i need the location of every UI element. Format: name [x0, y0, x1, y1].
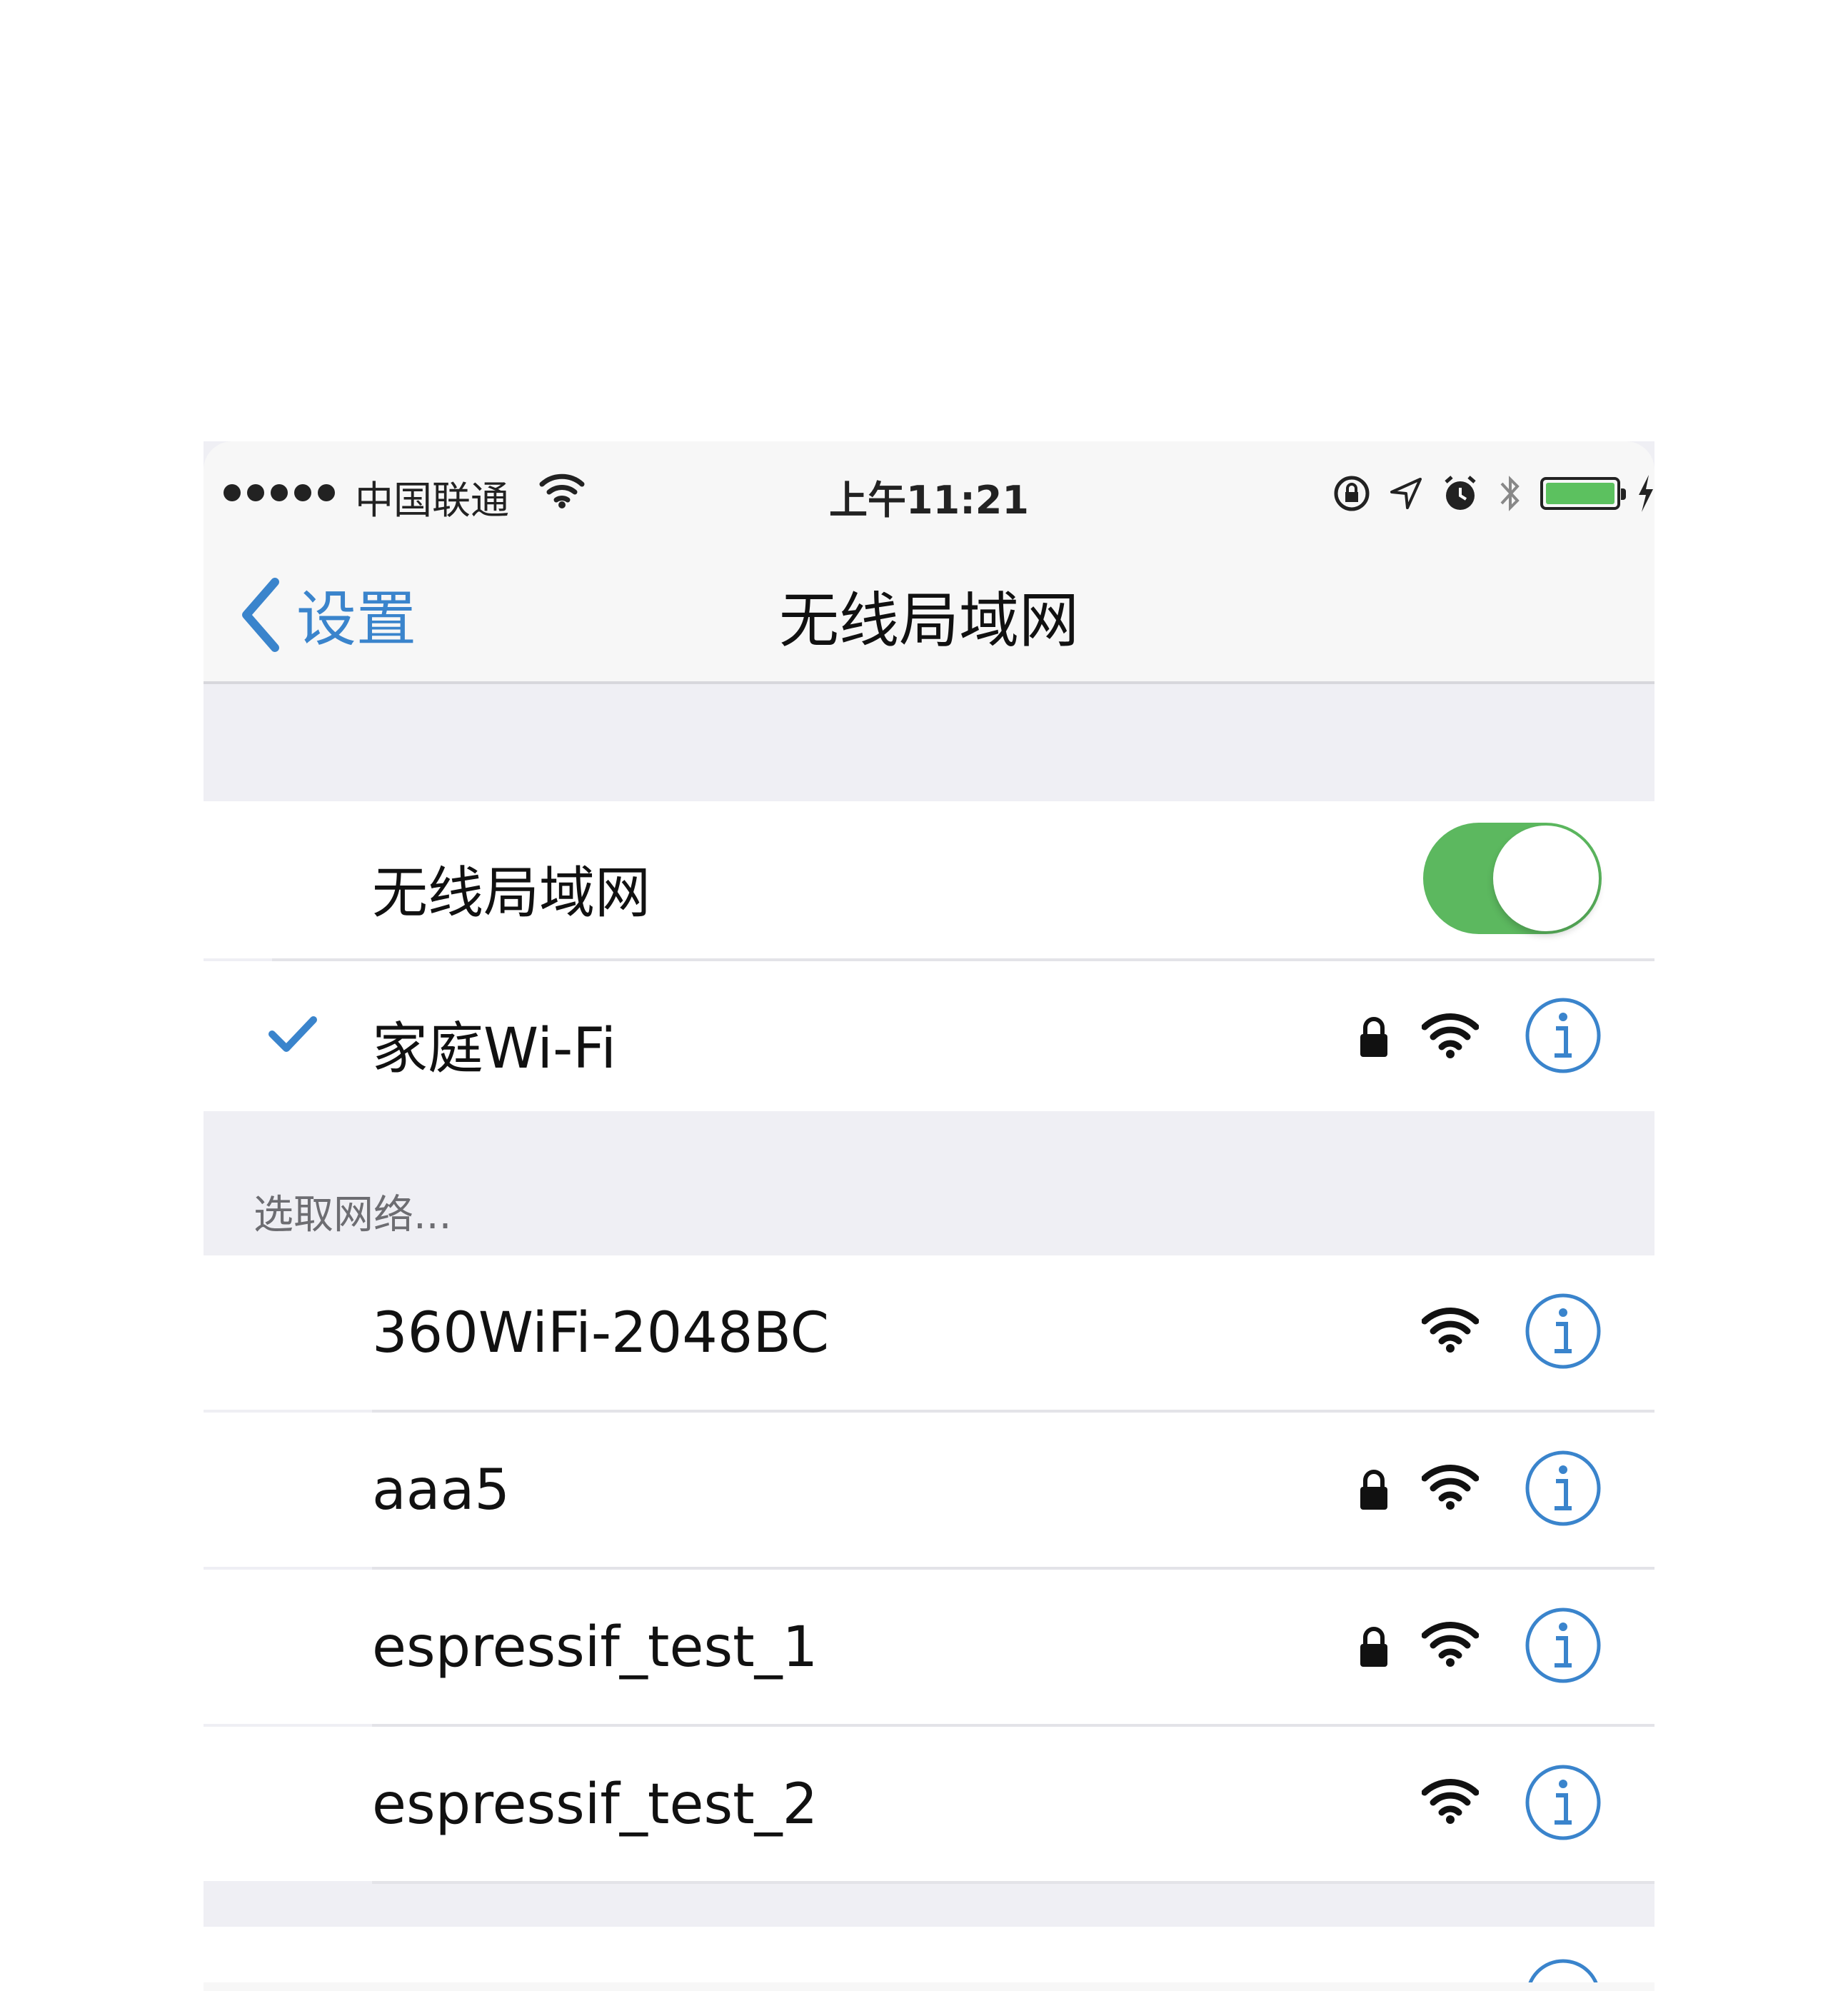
bluetooth-icon [1500, 476, 1520, 511]
lock-icon [1360, 1017, 1387, 1057]
info-icon[interactable] [1523, 996, 1603, 1075]
charging-icon [1639, 475, 1653, 512]
alarm-icon [1445, 476, 1476, 510]
wifi-toggle-label: 无线局域网 [372, 861, 651, 926]
connected-network-name: 家庭Wi-Fi [372, 1017, 617, 1081]
network-row[interactable]: espressif_test_2 [204, 1727, 1654, 1881]
section-header: 选取网络... [253, 1192, 452, 1238]
wifi-signal-icon [1422, 1622, 1479, 1667]
list-item-partial [204, 1927, 1654, 1991]
toolbar-edge [204, 1982, 1654, 1991]
choose-network-section: 选取网络... [204, 1111, 1654, 1255]
network-row[interactable]: 360WiFi-2048BC [204, 1255, 1654, 1410]
toggle-knob [1493, 826, 1599, 931]
info-icon[interactable] [1523, 1448, 1603, 1528]
network-name: 360WiFi-2048BC [372, 1301, 830, 1365]
wifi-signal-icon [1422, 1308, 1479, 1353]
lock-icon [1360, 1627, 1387, 1667]
network-name: espressif_test_1 [372, 1615, 818, 1680]
checkmark-icon [268, 1016, 317, 1052]
connected-network-row[interactable]: 家庭Wi-Fi [204, 961, 1654, 1111]
status-icons [1332, 470, 1654, 517]
navigation-bar: 设置 无线局域网 [204, 534, 1654, 684]
network-name: espressif_test_2 [372, 1772, 818, 1837]
separator [372, 1881, 1654, 1884]
battery-icon [1540, 477, 1626, 510]
location-icon [1390, 478, 1422, 509]
wifi-toggle-switch[interactable] [1423, 823, 1602, 934]
phone-screen: 中国联通 上午11:21 设置 无线局域网 无线局域网 家庭Wi-Fi 选取网络… [204, 441, 1654, 1991]
info-icon[interactable] [1523, 1605, 1603, 1685]
status-bar: 中国联通 上午11:21 [204, 441, 1654, 534]
page-title: 无线局域网 [778, 586, 1079, 656]
info-icon[interactable] [1523, 1762, 1603, 1842]
wifi-signal-icon [1422, 1013, 1479, 1058]
network-row[interactable]: espressif_test_1 [204, 1570, 1654, 1724]
lock-icon [1360, 1470, 1387, 1510]
wifi-signal-icon [1422, 1779, 1479, 1824]
network-name: aaa5 [372, 1458, 511, 1523]
network-row[interactable]: aaa5 [204, 1413, 1654, 1567]
wifi-toggle-row: 无线局域网 [204, 801, 1654, 958]
wifi-signal-icon [1422, 1465, 1479, 1510]
info-icon[interactable] [1523, 1291, 1603, 1371]
section-gap [204, 684, 1654, 801]
orientation-lock-icon [1334, 476, 1370, 511]
